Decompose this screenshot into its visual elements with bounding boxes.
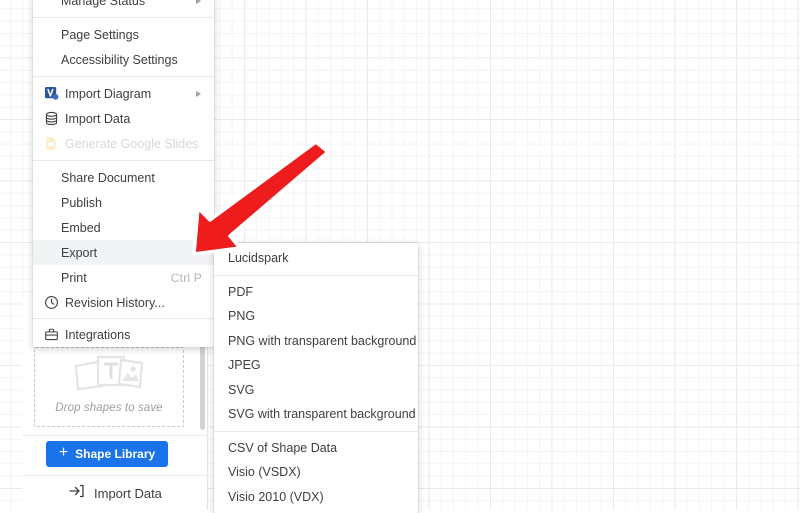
submenu-item-jpeg[interactable]: JPEG <box>214 353 418 378</box>
shape-library-button-label: Shape Library <box>75 447 156 461</box>
menu-item-label: Publish <box>61 195 102 210</box>
import-arrow-icon <box>69 483 85 504</box>
submenu-item-label: PNG with transparent background <box>228 333 417 348</box>
menu-item-share-document[interactable]: Share Document <box>33 165 214 190</box>
menu-item-label: Embed <box>61 220 101 235</box>
menu-divider <box>33 160 214 161</box>
submenu-item-label: PNG <box>228 309 256 324</box>
submenu-item-label: CSV of Shape Data <box>228 440 338 455</box>
menu-item-page-settings[interactable]: Page Settings <box>33 22 214 47</box>
submenu-divider <box>214 430 418 432</box>
database-icon <box>41 111 61 127</box>
submenu-divider <box>214 274 418 276</box>
briefcase-icon <box>41 327 61 343</box>
menu-item-label: Import Data <box>65 111 131 126</box>
menu-item-generate-google-slides: Generate Google Slides <box>33 131 214 156</box>
submenu-item-png[interactable]: PNG <box>214 304 418 329</box>
menu-divider <box>33 76 214 77</box>
menu-item-publish[interactable]: Publish <box>33 190 214 215</box>
menu-item-embed[interactable]: Embed <box>33 215 214 240</box>
drop-shapes-zone[interactable]: Drop shapes to save <box>34 347 184 427</box>
submenu-item-label: Lucidspark <box>228 251 289 266</box>
panel-import-data-label: Import Data <box>94 485 162 501</box>
submenu-item-png-transparent[interactable]: PNG with transparent background <box>214 329 418 354</box>
submenu-item-label: Visio (VSDX) <box>228 465 301 480</box>
submenu-item-svg[interactable]: SVG <box>214 378 418 403</box>
chevron-right-icon <box>196 90 201 97</box>
menu-item-label: Export <box>61 245 98 260</box>
panel-divider-1 <box>22 435 207 436</box>
shape-library-button[interactable]: + Shape Library <box>46 441 168 467</box>
menu-item-label: Page Settings <box>61 27 139 42</box>
menu-item-label: Generate Google Slides <box>65 136 199 151</box>
panel-import-data-button[interactable]: Import Data <box>22 476 207 510</box>
menu-item-label: Integrations <box>65 327 131 342</box>
file-dropdown-menu[interactable]: Manage Status Page Settings Accessibilit… <box>33 0 214 347</box>
submenu-item-label: SVG with transparent background <box>228 407 416 422</box>
visio-icon <box>41 86 61 102</box>
menu-item-accessibility-settings[interactable]: Accessibility Settings <box>33 47 214 72</box>
submenu-item-lucidspark[interactable]: Lucidspark <box>214 246 418 271</box>
menu-item-manage-status[interactable]: Manage Status <box>33 0 214 13</box>
google-slides-icon <box>41 136 61 152</box>
submenu-item-svg-transparent[interactable]: SVG with transparent background <box>214 402 418 427</box>
menu-item-label: Manage Status <box>61 0 146 8</box>
submenu-item-label: SVG <box>228 382 255 397</box>
chevron-right-icon <box>196 249 201 256</box>
menu-item-label: Accessibility Settings <box>61 52 178 67</box>
menu-item-label: Revision History... <box>65 295 165 310</box>
menu-item-import-diagram[interactable]: Import Diagram <box>33 81 214 106</box>
submenu-item-label: PDF <box>228 284 253 299</box>
submenu-item-label: JPEG <box>228 358 261 373</box>
submenu-item-csv-shape-data[interactable]: CSV of Shape Data <box>214 436 418 461</box>
menu-item-integrations[interactable]: Integrations <box>33 322 214 347</box>
menu-item-print[interactable]: Print Ctrl P <box>33 265 214 290</box>
shape-panel-scrollbar[interactable] <box>200 344 205 430</box>
plus-icon: + <box>58 444 69 461</box>
submenu-item-pdf[interactable]: PDF <box>214 280 418 305</box>
menu-divider <box>33 318 214 319</box>
drop-zone-label: Drop shapes to save <box>55 402 163 414</box>
menu-item-shortcut: Ctrl P <box>170 270 202 285</box>
menu-item-label: Import Diagram <box>65 86 152 101</box>
export-submenu[interactable]: Lucidspark PDF PNG PNG with transparent … <box>214 243 418 513</box>
clock-icon <box>41 295 61 311</box>
shape-cards-icon <box>72 352 146 399</box>
menu-divider <box>33 17 214 18</box>
submenu-item-visio-2010-vdx[interactable]: Visio 2010 (VDX) <box>214 485 418 510</box>
submenu-item-visio-vsdx[interactable]: Visio (VSDX) <box>214 460 418 485</box>
menu-item-export[interactable]: Export <box>33 240 214 265</box>
menu-item-import-data[interactable]: Import Data <box>33 106 214 131</box>
chevron-right-icon <box>196 0 201 4</box>
menu-item-label: Print <box>61 270 87 285</box>
menu-item-revision-history[interactable]: Revision History... <box>33 290 214 315</box>
submenu-item-label: Visio 2010 (VDX) <box>228 489 324 504</box>
menu-item-label: Share Document <box>61 170 155 185</box>
